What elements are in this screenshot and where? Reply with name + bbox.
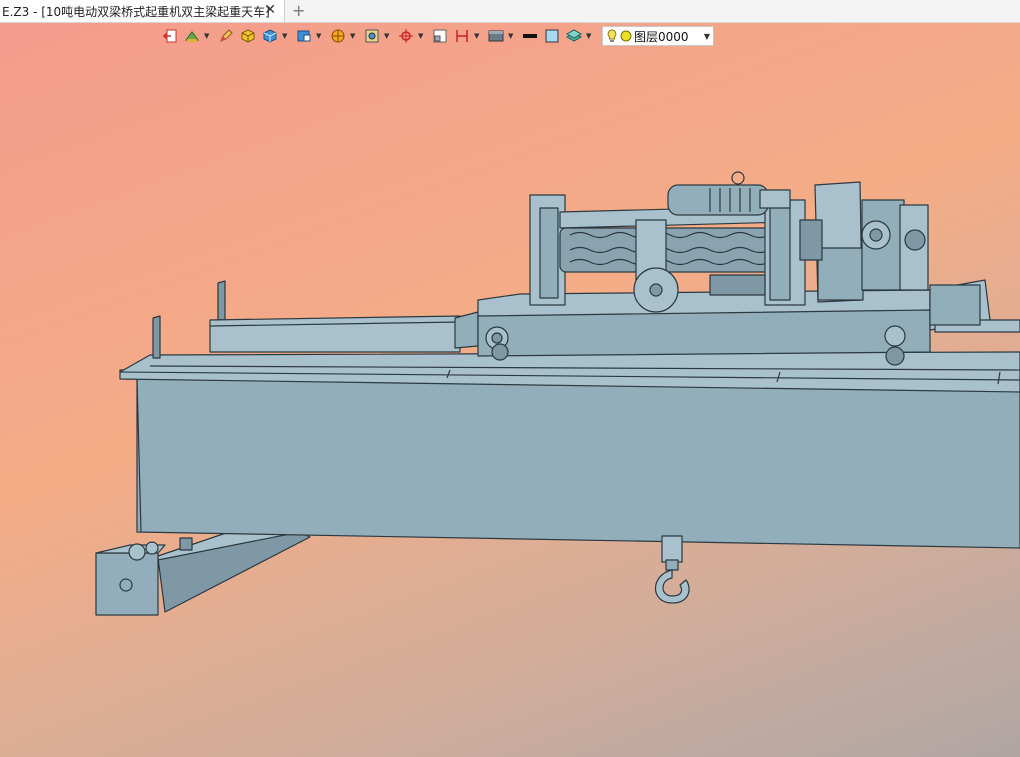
close-tab-icon[interactable]: ✕ (264, 2, 276, 18)
gearbox (799, 181, 929, 303)
crane-hook (655, 535, 690, 604)
end-carriage (95, 529, 311, 616)
3d-viewport[interactable] (0, 23, 1020, 757)
document-tab[interactable]: E.Z3 - [10吨电动双梁桥式起重机双主梁起重天车] ✕ (0, 0, 285, 22)
new-tab-icon[interactable]: + (292, 1, 305, 20)
tab-bar: E.Z3 - [10吨电动双梁桥式起重机双主梁起重天车] ✕ + (0, 0, 1020, 23)
hoist-motor (667, 171, 791, 216)
document-tab-title: E.Z3 - [10吨电动双梁桥式起重机双主梁起重天车] (2, 4, 270, 19)
